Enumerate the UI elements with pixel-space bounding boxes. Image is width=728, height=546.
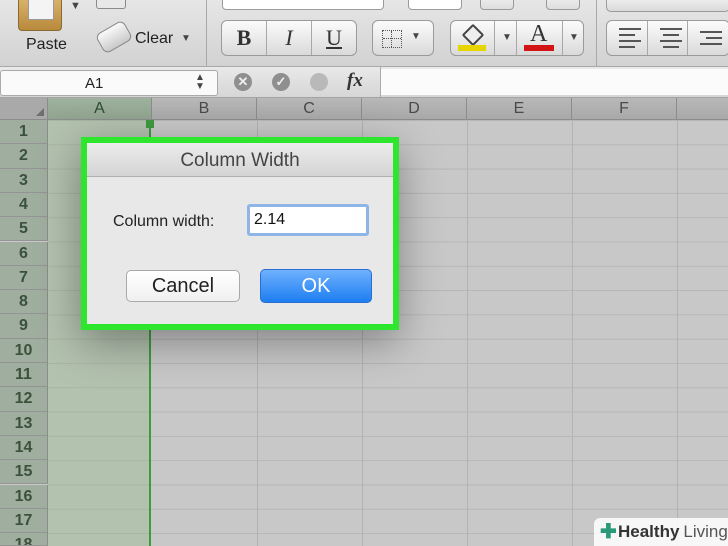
row-header[interactable]: 18 <box>0 533 48 546</box>
ok-button[interactable]: OK <box>260 269 372 303</box>
align-center-button[interactable] <box>648 21 689 55</box>
row-header[interactable]: 17 <box>0 508 48 534</box>
dialog-body: Column width: 2.14 Cancel OK <box>87 177 393 324</box>
fill-color-button[interactable] <box>458 23 486 51</box>
column-width-dialog: Column Width Column width: 2.14 Cancel O… <box>81 137 399 330</box>
borders-icon <box>382 30 402 48</box>
column-width-label: Column width: <box>113 213 215 230</box>
group-divider <box>562 21 563 55</box>
cancel-button[interactable]: Cancel <box>126 270 240 302</box>
font-color-letter: A <box>530 21 548 47</box>
formula-bar: A1 ▲ ▼ ✕ ✓ fx <box>0 67 728 98</box>
watermark: ✚ Healthy Living <box>594 518 728 546</box>
insert-function-toggle-icon[interactable] <box>310 73 328 91</box>
column-header-g-partial[interactable] <box>677 98 728 120</box>
paste-dropdown-arrow[interactable]: ▼ <box>70 0 81 12</box>
text-format-group: B I U <box>221 20 357 56</box>
watermark-living: Living <box>683 522 728 541</box>
color-group: ▼ A ▼ <box>450 20 584 56</box>
paste-icon[interactable] <box>18 0 62 31</box>
format-painter-button[interactable] <box>96 0 126 9</box>
watermark-text: Healthy Living <box>618 522 728 542</box>
group-divider <box>516 21 517 55</box>
row-header[interactable]: 12 <box>0 387 48 412</box>
font-color-button[interactable]: A <box>524 21 554 51</box>
font-name-select[interactable] <box>222 0 384 10</box>
clear-button-label[interactable]: Clear <box>135 30 173 48</box>
increase-font-button[interactable] <box>480 0 514 10</box>
selection-fill-handle[interactable] <box>146 120 154 128</box>
row-header[interactable]: 16 <box>0 484 48 509</box>
row-header[interactable]: 9 <box>0 314 48 339</box>
row-header[interactable]: 13 <box>0 411 48 436</box>
dialog-title: Column Width <box>180 150 300 171</box>
column-header-d[interactable]: D <box>362 98 467 120</box>
row-header[interactable]: 2 <box>0 144 48 169</box>
bold-button[interactable]: B <box>222 21 267 55</box>
plus-logo-icon: ✚ <box>600 521 617 543</box>
font-color-dropdown-arrow[interactable]: ▼ <box>569 32 579 43</box>
group-divider <box>494 21 495 55</box>
ribbon-separator <box>206 0 207 66</box>
vertical-align-group[interactable] <box>606 0 728 12</box>
column-width-input[interactable]: 2.14 <box>247 204 369 236</box>
column-header-c[interactable]: C <box>257 98 362 120</box>
row-header[interactable]: 8 <box>0 290 48 315</box>
column-gridline <box>572 120 573 546</box>
column-gridline <box>467 120 468 546</box>
name-box-value: A1 <box>85 75 104 92</box>
align-left-button[interactable] <box>607 21 648 55</box>
horizontal-align-group <box>606 20 728 56</box>
column-header-a[interactable]: A <box>48 98 152 120</box>
dialog-titlebar[interactable]: Column Width <box>87 143 393 177</box>
fill-color-dropdown-arrow[interactable]: ▼ <box>502 32 512 43</box>
paste-button-label[interactable]: Paste <box>26 36 67 54</box>
row-header[interactable]: 15 <box>0 460 48 485</box>
font-color-swatch <box>524 45 554 51</box>
align-right-button[interactable] <box>688 21 728 55</box>
fill-color-swatch <box>458 45 486 51</box>
font-size-select[interactable] <box>408 0 462 10</box>
underline-button[interactable]: U <box>312 21 356 55</box>
paint-bucket-icon <box>461 23 485 47</box>
row-header[interactable]: 14 <box>0 435 48 461</box>
italic-button[interactable]: I <box>267 21 312 55</box>
row-header[interactable]: 3 <box>0 168 48 193</box>
decrease-font-button[interactable] <box>546 0 580 10</box>
clear-dropdown-arrow[interactable]: ▼ <box>181 33 191 44</box>
row-header[interactable]: 11 <box>0 363 48 388</box>
cancel-formula-icon[interactable]: ✕ <box>234 73 252 91</box>
column-gridline <box>677 120 678 546</box>
borders-button[interactable]: ▼ <box>372 20 434 56</box>
row-header[interactable]: 6 <box>0 241 48 266</box>
fx-icon[interactable]: fx <box>347 70 363 92</box>
watermark-healthy: Healthy <box>618 522 680 541</box>
column-header-e[interactable]: E <box>467 98 572 120</box>
chevron-down-icon[interactable]: ▼ <box>411 31 421 42</box>
column-header-f[interactable]: F <box>572 98 677 120</box>
eraser-icon[interactable] <box>94 19 134 55</box>
column-header-b[interactable]: B <box>152 98 257 120</box>
row-header[interactable]: 10 <box>0 338 48 363</box>
name-box[interactable]: A1 ▲ ▼ <box>0 70 218 96</box>
name-box-stepper-icon[interactable]: ▲ ▼ <box>195 73 205 92</box>
row-header[interactable]: 5 <box>0 217 48 242</box>
confirm-formula-icon[interactable]: ✓ <box>272 73 290 91</box>
ribbon-separator <box>596 0 597 66</box>
row-header[interactable]: 4 <box>0 192 48 218</box>
row-header[interactable]: 1 <box>0 120 48 145</box>
ribbon-toolbar: ▼ Paste Clear ▼ B I U ▼ ▼ A ▼ <box>0 0 728 67</box>
formula-input[interactable] <box>381 69 728 95</box>
select-all-corner[interactable] <box>0 98 48 120</box>
row-header[interactable]: 7 <box>0 265 48 291</box>
